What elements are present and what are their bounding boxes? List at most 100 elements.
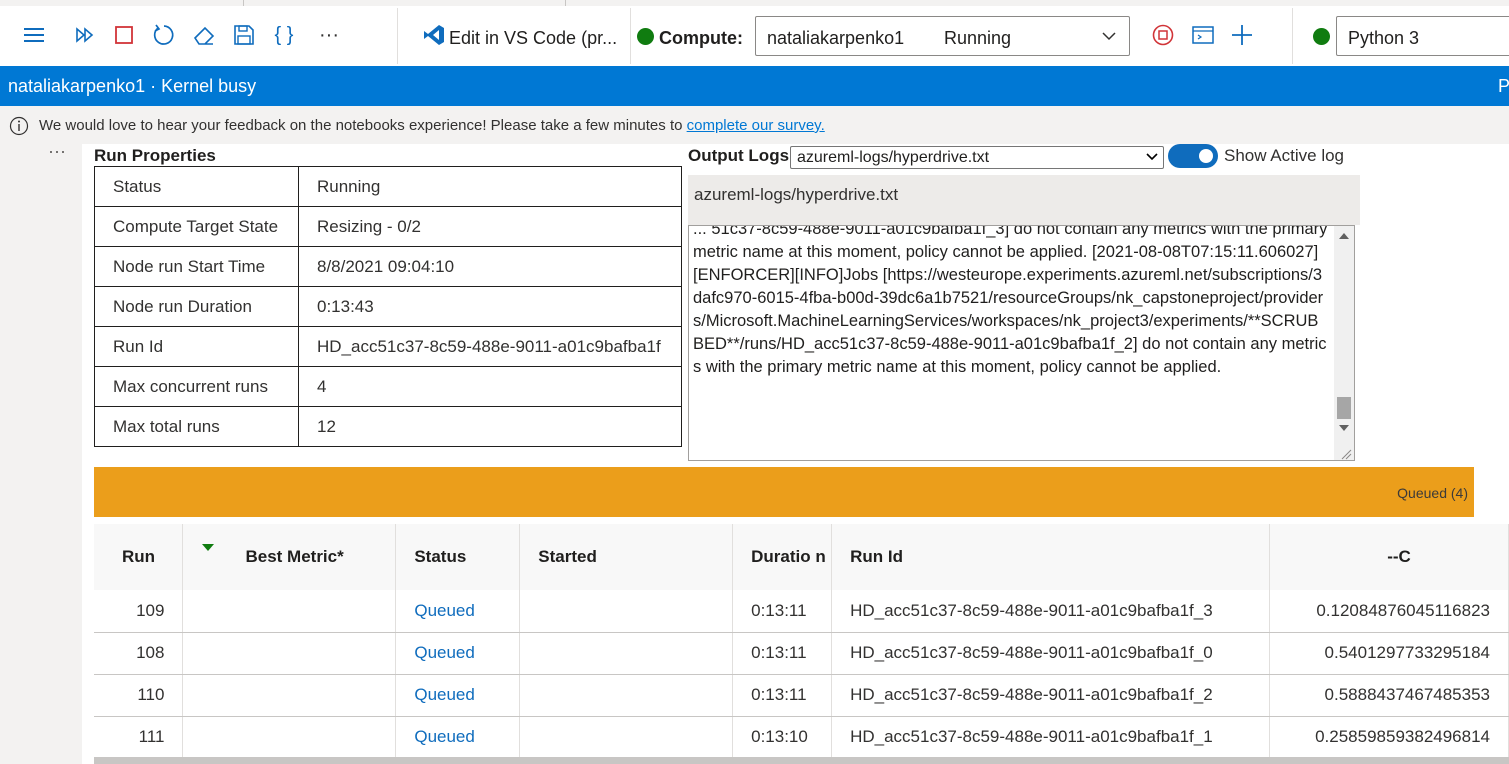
edit-in-vscode-button[interactable]: Edit in VS Code (pr...	[449, 28, 617, 49]
run-number: 109	[94, 590, 184, 633]
tab-divider	[565, 0, 566, 6]
compute-name: nataliakarpenko1	[767, 28, 905, 48]
survey-link[interactable]: complete our survey.	[687, 117, 825, 134]
run-number: 108	[94, 632, 184, 675]
run-properties-title: Run Properties	[94, 146, 216, 165]
output-logs-title: Output Logs	[688, 146, 790, 165]
property-row: Max total runs 12	[94, 406, 682, 447]
param-c: 0.5401297733295184	[1269, 632, 1509, 675]
add-compute-icon[interactable]	[1229, 22, 1255, 48]
stop-compute-icon[interactable]	[1150, 22, 1176, 48]
feedback-banner: We would love to hear your feedback on t…	[0, 106, 1509, 144]
property-row: Status Running	[94, 166, 682, 207]
feedback-message: We would love to hear your feedback on t…	[39, 117, 825, 134]
run-status[interactable]: Queued	[395, 632, 521, 675]
property-key: Status	[94, 166, 299, 207]
restart-icon[interactable]	[151, 22, 177, 48]
log-output-box[interactable]: ... 51c37-8c59-488e-9011-a01c9bafba1f_3]…	[688, 225, 1355, 461]
run-duration: 0:13:10	[732, 716, 833, 759]
toolbar-divider	[1292, 8, 1293, 64]
log-file-selected: azureml-logs/hyperdrive.txt	[797, 149, 990, 166]
property-key: Compute Target State	[94, 206, 299, 247]
param-c: 0.12084876045116823	[1269, 590, 1509, 633]
run-duration: 0:13:11	[732, 674, 833, 717]
table-row[interactable]: 108 Queued 0:13:11 HD_acc51c37-8c59-488e-90…	[94, 632, 1509, 675]
table-row[interactable]: 111 Queued 0:13:10 HD_acc51c37-8c59-488e-90…	[94, 716, 1509, 759]
table-horizontal-scrollbar[interactable]	[94, 757, 1509, 764]
property-value: 12	[298, 406, 682, 447]
best-metric	[182, 632, 397, 675]
property-value: HD_acc51c37-8c59-488e-9011-a01c9bafba1f	[298, 326, 682, 367]
run-duration: 0:13:11	[732, 590, 833, 633]
kernel-dropdown[interactable]: Python 3	[1336, 16, 1509, 56]
compute-status-dot	[637, 28, 654, 45]
log-scrollbar[interactable]	[1334, 226, 1354, 460]
property-row: Max concurrent runs 4	[94, 366, 682, 407]
eraser-icon[interactable]	[191, 22, 217, 48]
braces-icon[interactable]: { }	[271, 22, 297, 48]
param-c: 0.5888437467485353	[1269, 674, 1509, 717]
more-icon[interactable]: ···	[316, 22, 342, 48]
status-bar-right-text: P	[1498, 76, 1509, 96]
run-number: 111	[94, 716, 184, 759]
run-id: HD_acc51c37-8c59-488e-9011-a01c9bafba1f_…	[831, 716, 1270, 759]
queued-label: Queued (4)	[1397, 485, 1468, 501]
log-file-header: azureml-logs/hyperdrive.txt	[688, 175, 1360, 225]
scroll-down-icon[interactable]	[1339, 424, 1349, 432]
property-value: 4	[298, 366, 682, 407]
run-id: HD_acc51c37-8c59-488e-9011-a01c9bafba1f_…	[831, 632, 1270, 675]
log-file-select[interactable]: azureml-logs/hyperdrive.txt	[790, 146, 1164, 169]
run-all-icon[interactable]	[72, 22, 98, 48]
started-time	[519, 716, 734, 759]
property-row: Node run Start Time 8/8/2021 09:04:10	[94, 246, 682, 287]
cell-more-icon[interactable]: ···	[48, 141, 66, 162]
toolbar-divider	[397, 8, 398, 64]
save-icon[interactable]	[231, 22, 257, 48]
kernel-status-text: nataliakarpenko1 · Kernel busy	[8, 76, 257, 96]
log-output-text: ... 51c37-8c59-488e-9011-a01c9bafba1f_3]…	[693, 225, 1328, 376]
table-row[interactable]: 109 Queued 0:13:11 HD_acc51c37-8c59-488e-90…	[94, 590, 1509, 633]
run-status[interactable]: Queued	[395, 674, 521, 717]
property-key: Max concurrent runs	[94, 366, 299, 407]
show-active-log-toggle[interactable]	[1168, 144, 1218, 168]
kernel-name: Python 3	[1348, 28, 1420, 48]
resize-handle-icon[interactable]	[1340, 448, 1352, 460]
column-header-c[interactable]: --C	[1269, 524, 1509, 590]
toolbar-divider	[630, 8, 631, 64]
menu-icon[interactable]	[21, 22, 47, 48]
property-key: Max total runs	[94, 406, 299, 447]
terminal-icon[interactable]	[1190, 22, 1216, 48]
run-status[interactable]: Queued	[395, 716, 521, 759]
column-header-status[interactable]: Status	[395, 524, 521, 590]
column-header-run-id[interactable]: Run Id	[831, 524, 1270, 590]
column-header-started[interactable]: Started	[519, 524, 734, 590]
queued-progress-bar: Queued (4)	[94, 467, 1474, 517]
property-key: Node run Duration	[94, 286, 299, 327]
property-row: Compute Target State Resizing - 0/2	[94, 206, 682, 247]
notebook-toolbar: { } ··· Edit in VS Code (pr... Compute: …	[0, 0, 1509, 66]
scroll-thumb[interactable]	[1337, 397, 1351, 419]
started-time	[519, 590, 734, 633]
column-header-best-metric-label: Best Metric*	[245, 547, 344, 566]
column-header-best-metric[interactable]: Best Metric*	[182, 524, 397, 590]
chevron-down-icon	[1100, 27, 1118, 50]
toggle-knob	[1199, 149, 1213, 163]
best-metric	[182, 716, 397, 759]
compute-dropdown[interactable]: nataliakarpenko1 Running	[755, 16, 1130, 56]
tab-strip	[0, 0, 1509, 6]
run-number: 110	[94, 674, 184, 717]
show-active-log-label: Show Active log	[1224, 146, 1345, 165]
compute-status: Running	[944, 28, 1012, 48]
table-row[interactable]: 110 Queued 0:13:11 HD_acc51c37-8c59-488e-90…	[94, 674, 1509, 717]
column-header-run[interactable]: Run	[94, 524, 184, 590]
column-header-duration[interactable]: Duratio n	[732, 524, 833, 590]
scroll-up-icon[interactable]	[1339, 232, 1349, 240]
run-id: HD_acc51c37-8c59-488e-9011-a01c9bafba1f_…	[831, 590, 1270, 633]
stop-icon[interactable]	[111, 22, 137, 48]
property-key: Node run Start Time	[94, 246, 299, 287]
run-status[interactable]: Queued	[395, 590, 521, 633]
property-value[interactable]: Running	[298, 166, 682, 207]
tab-divider	[243, 0, 244, 6]
property-value: 0:13:43	[298, 286, 682, 327]
property-key: Run Id	[94, 326, 299, 367]
